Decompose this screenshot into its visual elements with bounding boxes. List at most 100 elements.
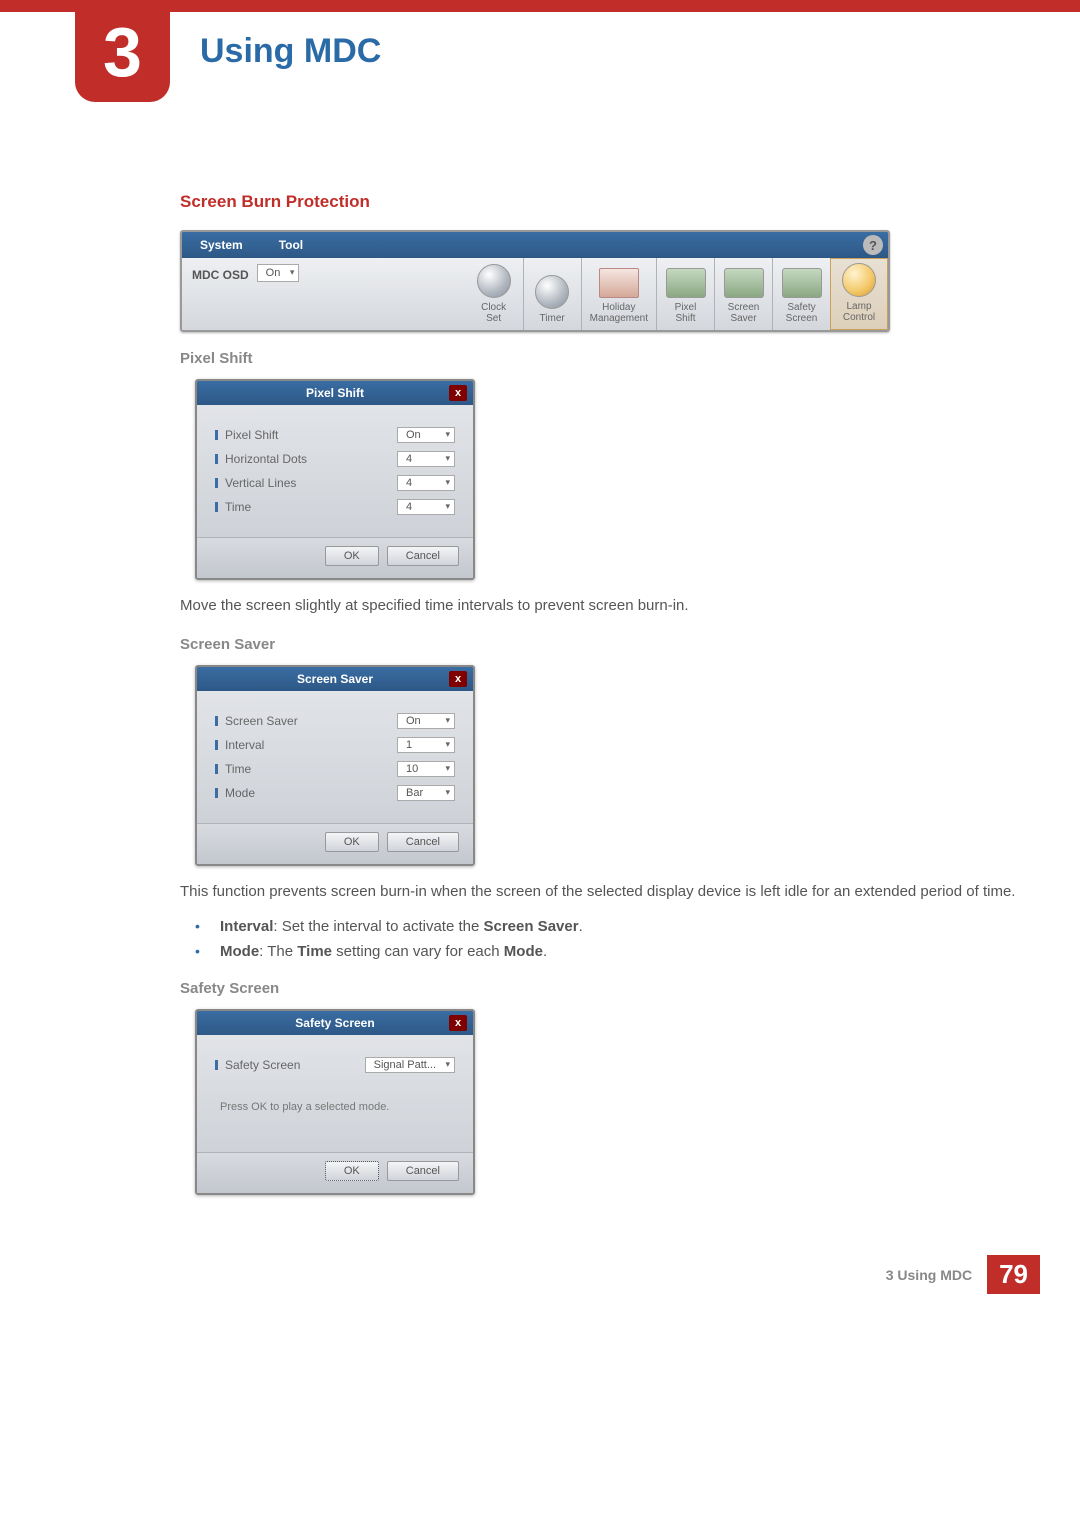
pixel-shift-description: Move the screen slightly at specified ti… bbox=[180, 594, 1020, 618]
mdc-osd-select[interactable]: On bbox=[257, 264, 300, 282]
cancel-button[interactable]: Cancel bbox=[387, 832, 459, 852]
row-label: Horizontal Dots bbox=[215, 452, 397, 466]
mdc-osd-label: MDC OSD bbox=[192, 264, 249, 282]
page-number: 79 bbox=[987, 1255, 1040, 1294]
dialog-footer: OK Cancel bbox=[197, 537, 473, 578]
menu-system[interactable]: System bbox=[182, 238, 261, 252]
ok-button[interactable]: OK bbox=[325, 832, 379, 852]
section-heading: Screen Burn Protection bbox=[180, 192, 1020, 212]
row-time: Time 4 bbox=[215, 499, 455, 515]
ok-button[interactable]: OK bbox=[325, 546, 379, 566]
tb-label: Safety bbox=[787, 302, 815, 313]
interval-select[interactable]: 1 bbox=[397, 737, 455, 753]
tb-label: Timer bbox=[540, 313, 565, 324]
chapter-title: Using MDC bbox=[200, 32, 381, 71]
toolbar-holiday-management[interactable]: Holiday Management bbox=[581, 258, 656, 330]
pixel-shift-select[interactable]: On bbox=[397, 427, 455, 443]
page-footer: 3 Using MDC 79 bbox=[0, 1255, 1080, 1324]
close-icon[interactable]: x bbox=[449, 671, 467, 687]
safety-screen-message: Press OK to play a selected mode. bbox=[215, 1081, 455, 1138]
t: : The bbox=[259, 943, 297, 960]
timer-icon bbox=[535, 275, 569, 309]
dialog-footer: OK Cancel bbox=[197, 823, 473, 864]
row-mode: Mode Bar bbox=[215, 785, 455, 801]
help-icon[interactable]: ? bbox=[863, 235, 883, 255]
safety-screen-dialog: Safety Screen x Safety Screen Signal Pat… bbox=[195, 1009, 475, 1195]
tb-label: Saver bbox=[730, 313, 756, 324]
row-label: Time bbox=[215, 500, 397, 514]
calendar-icon bbox=[599, 268, 639, 298]
screen-saver-dialog: Screen Saver x Screen Saver On Interval … bbox=[195, 665, 475, 866]
toolbar-timer[interactable]: Timer bbox=[523, 258, 581, 330]
dialog-title-text: Screen Saver bbox=[297, 672, 373, 686]
toolbar-screenshot: System Tool ? MDC OSD On Clock Set Timer bbox=[180, 230, 890, 332]
tb-label: Lamp bbox=[846, 301, 871, 312]
vertical-lines-select[interactable]: 4 bbox=[397, 475, 455, 491]
tb-label: Holiday bbox=[602, 302, 635, 313]
tb-label: Set bbox=[486, 313, 501, 324]
row-label: Pixel Shift bbox=[215, 428, 397, 442]
dialog-footer: OK Cancel bbox=[197, 1152, 473, 1193]
dialog-title-text: Safety Screen bbox=[295, 1016, 374, 1030]
lamp-icon bbox=[842, 263, 876, 297]
row-screen-saver: Screen Saver On bbox=[215, 713, 455, 729]
screen-saver-heading: Screen Saver bbox=[180, 636, 1020, 653]
ok-button[interactable]: OK bbox=[325, 1161, 379, 1181]
row-horizontal-dots: Horizontal Dots 4 bbox=[215, 451, 455, 467]
row-label: Vertical Lines bbox=[215, 476, 397, 490]
dialog-title: Screen Saver x bbox=[197, 667, 473, 691]
cancel-button[interactable]: Cancel bbox=[387, 546, 459, 566]
close-icon[interactable]: x bbox=[449, 1015, 467, 1031]
close-icon[interactable]: x bbox=[449, 385, 467, 401]
row-interval: Interval 1 bbox=[215, 737, 455, 753]
b: Mode bbox=[504, 943, 543, 960]
b: Interval bbox=[220, 918, 273, 935]
row-pixel-shift: Pixel Shift On bbox=[215, 427, 455, 443]
tb-label: Screen bbox=[728, 302, 760, 313]
toolbar-icons: Clock Set Timer Holiday Management Pixel… bbox=[465, 258, 888, 330]
dialog-title-text: Pixel Shift bbox=[306, 386, 364, 400]
header: 3 Using MDC bbox=[0, 12, 1080, 102]
t: : Set the interval to activate the bbox=[273, 918, 483, 935]
pixel-shift-heading: Pixel Shift bbox=[180, 350, 1020, 367]
b: Time bbox=[297, 943, 332, 960]
safety-screen-heading: Safety Screen bbox=[180, 980, 1020, 997]
t: . bbox=[543, 943, 547, 960]
screen-saver-select[interactable]: On bbox=[397, 713, 455, 729]
chapter-number-badge: 3 bbox=[75, 7, 170, 102]
tb-label: Shift bbox=[675, 313, 695, 324]
screen-saver-bullets: Interval: Set the interval to activate t… bbox=[180, 918, 1020, 960]
toolbar-screen-saver[interactable]: Screen Saver bbox=[714, 258, 772, 330]
cancel-button[interactable]: Cancel bbox=[387, 1161, 459, 1181]
toolbar-safety-screen[interactable]: Safety Screen bbox=[772, 258, 830, 330]
horizontal-dots-select[interactable]: 4 bbox=[397, 451, 455, 467]
toolbar-lamp-control[interactable]: Lamp Control bbox=[830, 258, 888, 330]
toolbar-left: MDC OSD On bbox=[182, 258, 309, 330]
tb-label: Screen bbox=[786, 313, 818, 324]
row-safety-screen: Safety Screen Signal Patt... bbox=[215, 1057, 455, 1073]
pixel-shift-icon bbox=[666, 268, 706, 298]
mode-select[interactable]: Bar bbox=[397, 785, 455, 801]
tb-label: Management bbox=[590, 313, 648, 324]
time-select[interactable]: 10 bbox=[397, 761, 455, 777]
tb-label: Pixel bbox=[675, 302, 697, 313]
dialog-body: Screen Saver On Interval 1 Time 10 Mode … bbox=[197, 691, 473, 823]
dialog-title: Safety Screen x bbox=[197, 1011, 473, 1035]
dialog-body: Pixel Shift On Horizontal Dots 4 Vertica… bbox=[197, 405, 473, 537]
row-label: Time bbox=[215, 762, 397, 776]
b: Screen Saver bbox=[483, 918, 578, 935]
row-time: Time 10 bbox=[215, 761, 455, 777]
row-label: Safety Screen bbox=[215, 1058, 365, 1072]
menu-tool[interactable]: Tool bbox=[261, 238, 321, 252]
time-select[interactable]: 4 bbox=[397, 499, 455, 515]
screen-saver-description: This function prevents screen burn-in wh… bbox=[180, 880, 1020, 904]
clock-icon bbox=[477, 264, 511, 298]
t: . bbox=[579, 918, 583, 935]
tb-label: Control bbox=[843, 312, 875, 323]
toolbar-row: MDC OSD On Clock Set Timer Holiday Mana bbox=[182, 258, 888, 330]
pixel-shift-dialog: Pixel Shift x Pixel Shift On Horizontal … bbox=[195, 379, 475, 580]
toolbar-pixel-shift[interactable]: Pixel Shift bbox=[656, 258, 714, 330]
toolbar-clock-set[interactable]: Clock Set bbox=[465, 258, 523, 330]
tb-label: Clock bbox=[481, 302, 506, 313]
safety-screen-select[interactable]: Signal Patt... bbox=[365, 1057, 455, 1073]
